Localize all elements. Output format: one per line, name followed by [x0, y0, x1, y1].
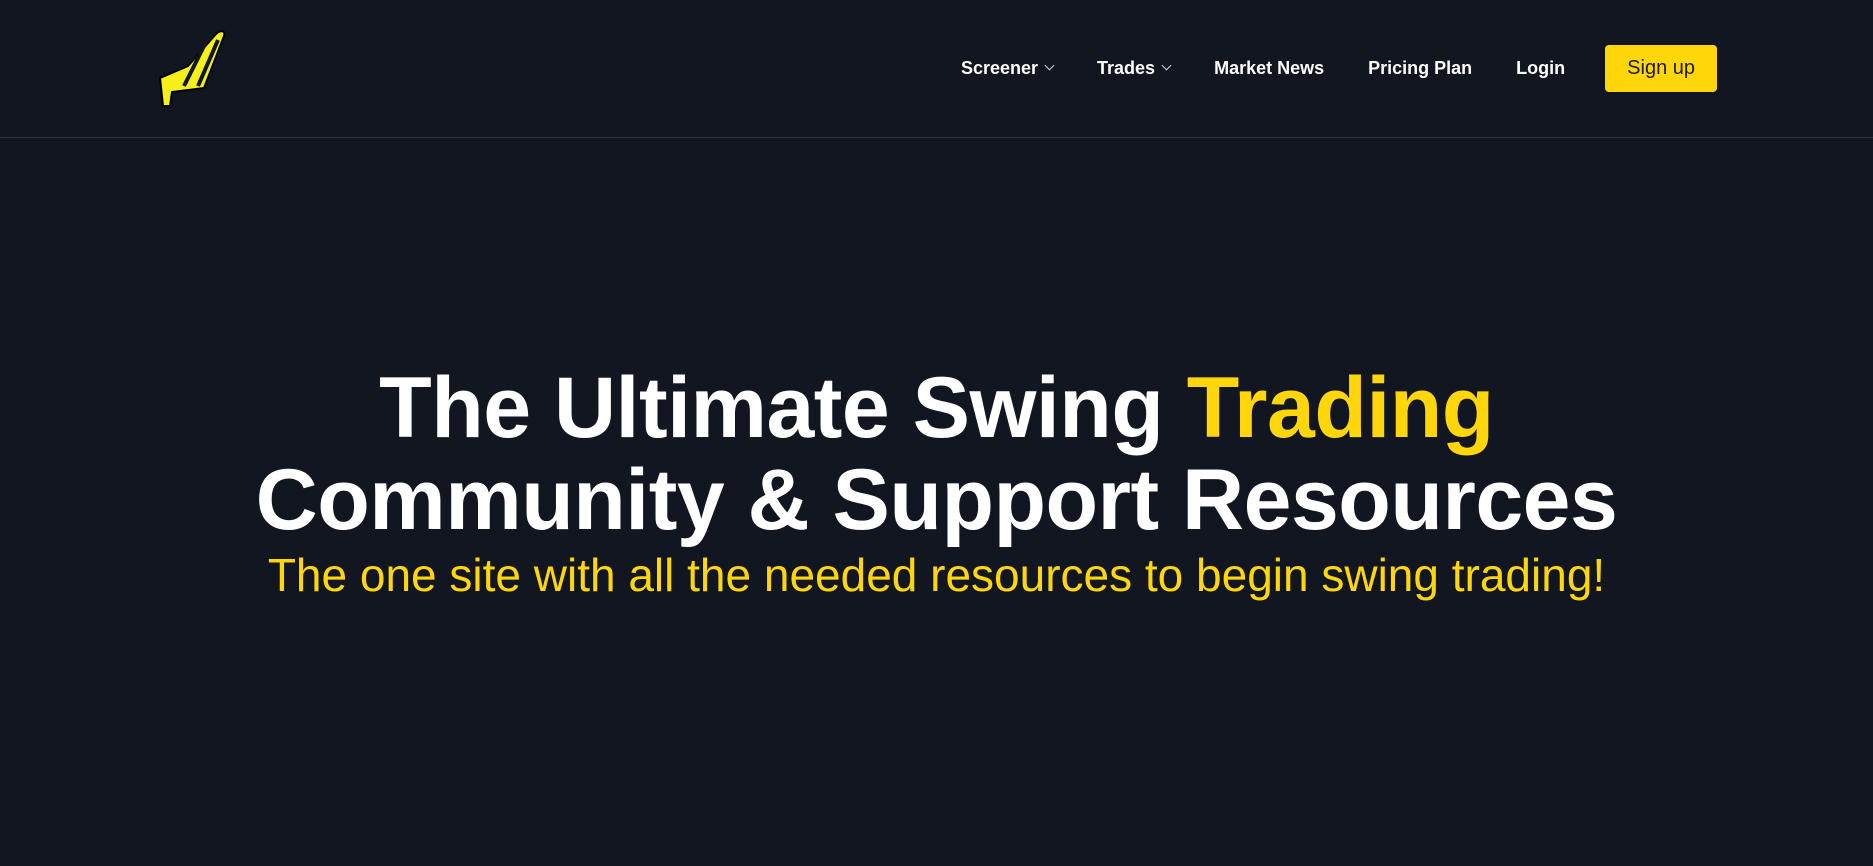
nav-market-news-label: Market News	[1214, 57, 1325, 78]
nav-pricing-plan-label: Pricing Plan	[1368, 57, 1473, 78]
hero-title-accent: Trading	[1186, 360, 1495, 456]
hero-title-white: The Ultimate Swing	[379, 360, 1164, 456]
signup-button[interactable]: Sign up	[1605, 44, 1717, 92]
nav-trades-label: Trades	[1097, 57, 1156, 78]
hero-title: The Ultimate Swing Trading Community & S…	[0, 362, 1873, 546]
nav-trades[interactable]: Trades	[1097, 57, 1172, 79]
chevron-down-icon	[1161, 60, 1172, 71]
nav-login[interactable]: Login	[1516, 58, 1565, 79]
site-header: Screener Trades Market News Pricing Plan…	[0, 0, 1873, 138]
hero-title-line2: Community & Support Resources	[255, 452, 1618, 548]
landing-page: Screener Trades Market News Pricing Plan…	[0, 0, 1873, 866]
main-nav: Screener Trades Market News Pricing Plan…	[961, 44, 1717, 92]
chevron-down-icon	[1044, 60, 1055, 71]
hero-section: The Ultimate Swing Trading Community & S…	[0, 362, 1873, 602]
hero-title-line1: The Ultimate Swing Trading	[379, 360, 1494, 456]
nav-login-label: Login	[1516, 57, 1566, 78]
logo-icon[interactable]	[158, 28, 238, 108]
hero-subtitle: The one site with all the needed resourc…	[267, 549, 1606, 601]
nav-market-news[interactable]: Market News	[1214, 58, 1324, 79]
nav-pricing-plan[interactable]: Pricing Plan	[1368, 58, 1472, 79]
nav-screener-label: Screener	[960, 57, 1039, 78]
nav-screener[interactable]: Screener	[960, 57, 1055, 79]
